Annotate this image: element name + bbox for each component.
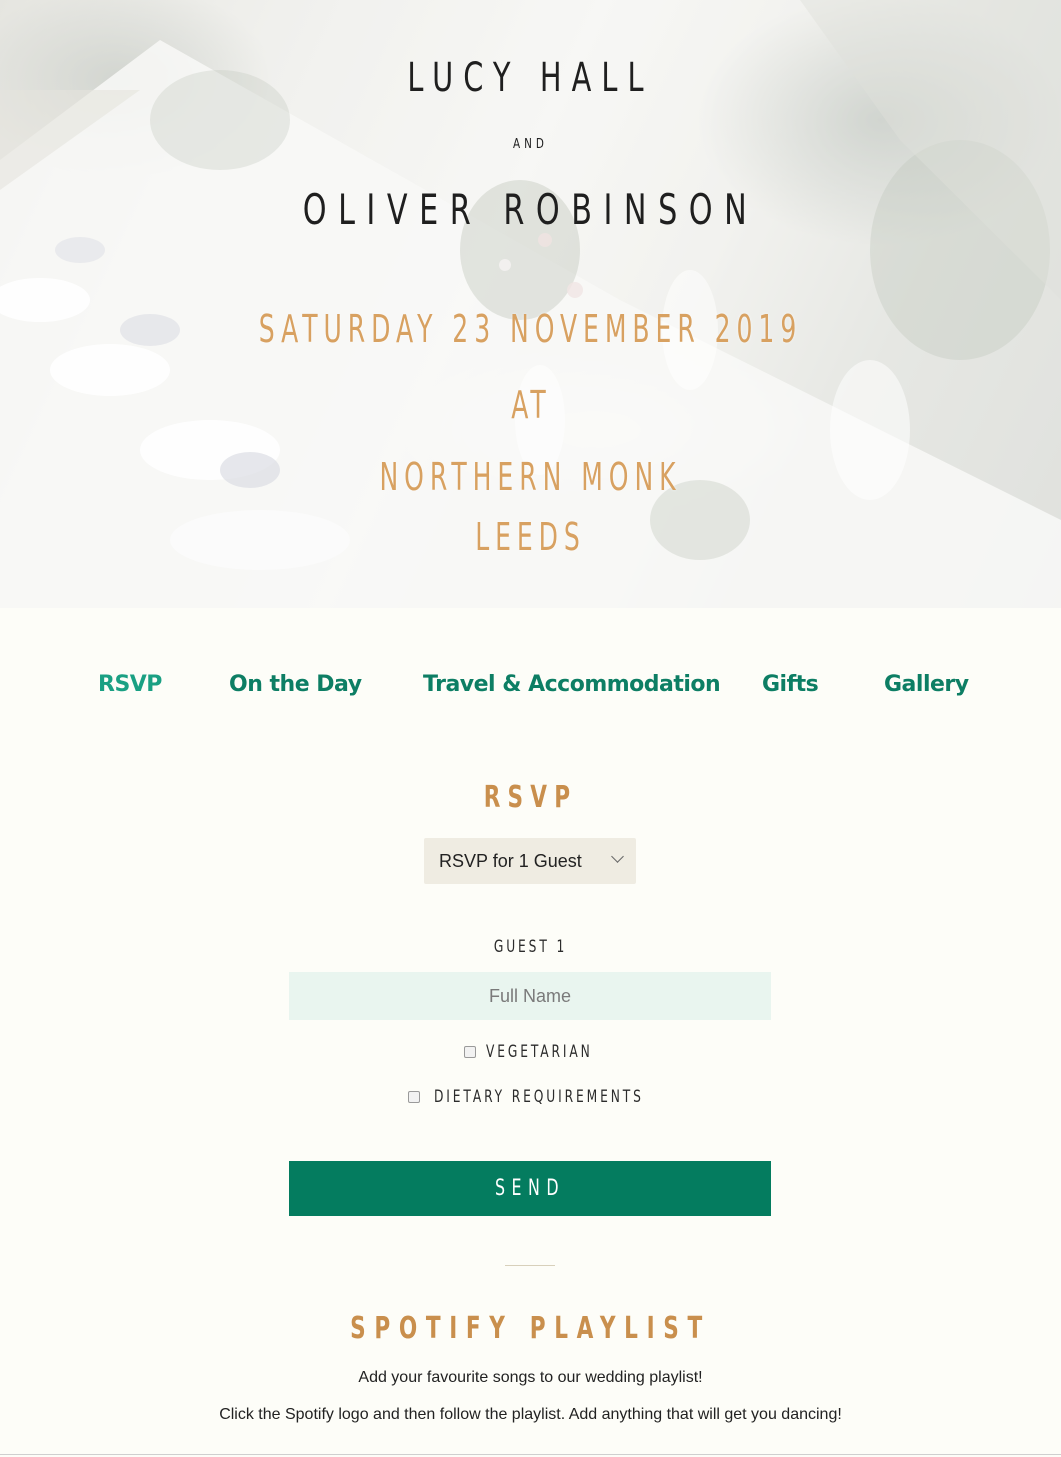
vegetarian-label: VEGETARIAN — [486, 1042, 593, 1062]
hero-banner: LUCY HALL AND OLIVER ROBINSON SATURDAY 2… — [0, 0, 1061, 608]
full-name-input[interactable] — [289, 972, 771, 1020]
venue-name: NORTHERN MONK — [379, 455, 682, 499]
guest-label: GUEST 1 — [493, 937, 568, 957]
guest-count-select[interactable]: RSVP for 1 Guest — [424, 838, 636, 884]
nav-travel-accommodation[interactable]: Travel & Accommodation — [423, 672, 721, 697]
section-divider — [505, 1265, 555, 1266]
nav-on-the-day[interactable]: On the Day — [229, 672, 362, 697]
bottom-divider — [0, 1454, 1061, 1455]
at-connector: AT — [511, 383, 550, 427]
spotify-heading: SPOTIFY PLAYLIST — [350, 1311, 711, 1346]
vegetarian-option: VEGETARIAN — [464, 1042, 604, 1062]
vegetarian-checkbox[interactable] — [464, 1046, 476, 1058]
dietary-requirements-checkbox[interactable] — [408, 1091, 420, 1103]
and-connector: AND — [513, 137, 548, 152]
wedding-date: SATURDAY 23 NOVEMBER 2019 — [258, 307, 803, 351]
dietary-option: DIETARY REQUIREMENTS — [408, 1087, 668, 1107]
nav-gallery[interactable]: Gallery — [884, 672, 969, 697]
partner-one-name: LUCY HALL — [407, 55, 654, 101]
guest-count-value: RSVP for 1 Guest — [439, 851, 582, 871]
main-navigation: RSVP On the Day Travel & Accommodation G… — [0, 672, 1061, 708]
rsvp-heading: RSVP — [483, 780, 578, 815]
chevron-down-icon — [611, 850, 624, 863]
dietary-requirements-label: DIETARY REQUIREMENTS — [434, 1087, 644, 1107]
send-button-label: SEND — [494, 1176, 566, 1201]
nav-rsvp[interactable]: RSVP — [98, 672, 162, 697]
partner-two-name: OLIVER ROBINSON — [302, 185, 759, 234]
venue-city: LEEDS — [475, 515, 586, 559]
nav-gifts[interactable]: Gifts — [762, 672, 819, 697]
spotify-intro-text: Add your favourite songs to our wedding … — [358, 1369, 703, 1386]
spotify-instructions-text: Click the Spotify logo and then follow t… — [219, 1406, 842, 1423]
send-button[interactable]: SEND — [289, 1161, 771, 1216]
